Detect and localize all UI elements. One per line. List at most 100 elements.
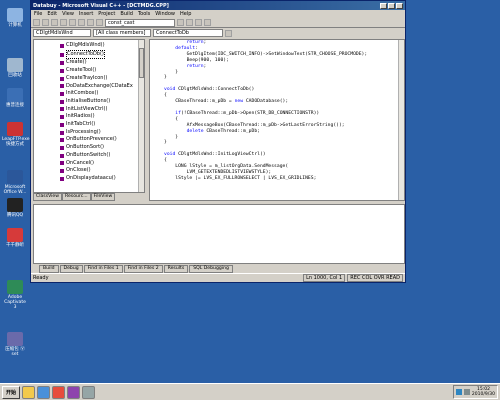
desktop-icon[interactable]: 惠普连接 bbox=[2, 88, 28, 108]
find-icon[interactable] bbox=[177, 19, 184, 26]
desktop-app-icon bbox=[7, 122, 23, 136]
class-tree-item[interactable]: OnClose() bbox=[60, 167, 133, 175]
menu-item-project[interactable]: Project bbox=[98, 11, 115, 17]
class-tree-item[interactable]: OnButtonPrevence() bbox=[60, 136, 133, 144]
undo-icon[interactable] bbox=[87, 19, 94, 26]
code-editor[interactable]: return; default: GetDlgItem(IDC_SWITCH_I… bbox=[149, 39, 405, 201]
desktop-icon[interactable]: 压缩包 Ⓥ set bbox=[2, 332, 28, 357]
output-tabs: Build Debug Find in Files 1 Find in Files 2… bbox=[33, 265, 405, 273]
class-tree-item[interactable]: ConnectToDb() bbox=[60, 49, 133, 60]
window-title: Databuy - Microsoft Visual C++ - [DCTMDG… bbox=[33, 2, 169, 9]
class-tree-item[interactable]: InitialiseButtons() bbox=[60, 98, 133, 106]
build-icon[interactable] bbox=[195, 19, 202, 26]
save-icon[interactable] bbox=[51, 19, 58, 26]
method-icon bbox=[60, 99, 64, 104]
menu-item-help[interactable]: Help bbox=[180, 11, 191, 17]
tab-classview[interactable]: ClassView bbox=[33, 193, 62, 201]
class-tree-item[interactable]: OnButtonSort() bbox=[60, 144, 133, 152]
desktop-icon[interactable]: 千千静听 bbox=[2, 228, 28, 248]
class-tree-item[interactable]: CreateTrayIcon() bbox=[60, 75, 133, 83]
folder-icon[interactable] bbox=[22, 385, 36, 399]
class-tree-label: InitCombox() bbox=[66, 90, 99, 97]
class-tree-scrollbar[interactable] bbox=[138, 40, 144, 192]
status-indicators: REC COL OVR READ bbox=[347, 274, 403, 282]
browser-icon[interactable] bbox=[37, 385, 51, 399]
code-line: lStyle |= LVS_EX_FULLROWSELECT | LVS_EX_… bbox=[164, 175, 317, 181]
class-tree-item[interactable]: IsProcessing() bbox=[60, 129, 133, 137]
run-icon[interactable] bbox=[204, 19, 211, 26]
class-tree-item[interactable]: OnButtonSwitch() bbox=[60, 152, 133, 160]
class-combo[interactable]: CDlgtMdlsWnd bbox=[33, 29, 91, 37]
class-tree-item[interactable]: OnCancel() bbox=[60, 160, 133, 168]
output-tab[interactable]: Find in Files 2 bbox=[123, 265, 163, 273]
method-icon bbox=[60, 122, 64, 127]
menu-item-insert[interactable]: Insert bbox=[79, 11, 93, 17]
menu-bar: File Edit View Insert Project Build Tools Windo… bbox=[31, 10, 405, 18]
menu-item-view[interactable]: View bbox=[62, 11, 74, 17]
output-tab[interactable]: Results bbox=[163, 265, 189, 273]
class-tree-item[interactable]: CreateTool() bbox=[60, 67, 133, 75]
function-combo[interactable]: ConnectToDb bbox=[153, 29, 223, 37]
open-icon[interactable] bbox=[42, 19, 49, 26]
network-icon[interactable] bbox=[455, 389, 462, 395]
class-tree-item[interactable]: Create() bbox=[60, 59, 133, 67]
desktop-icon[interactable]: 计算机 bbox=[2, 8, 28, 28]
output-tab[interactable]: SQL Debugging bbox=[189, 265, 233, 273]
output-tab[interactable]: Debug bbox=[59, 265, 83, 273]
redo-icon[interactable] bbox=[96, 19, 103, 26]
output-pane[interactable] bbox=[33, 204, 405, 264]
close-button[interactable] bbox=[396, 2, 403, 9]
class-tree-item[interactable]: OnDisplaydataacu() bbox=[60, 175, 133, 183]
class-tree-label: InitTabCtrl() bbox=[66, 121, 96, 128]
title-bar[interactable]: Databuy - Microsoft Visual C++ - [DCTMDG… bbox=[31, 1, 405, 10]
chrome-icon[interactable] bbox=[52, 385, 66, 399]
class-tree-item[interactable]: DoDataExchange(CDataEx bbox=[60, 83, 133, 91]
window-taskbar-icon[interactable] bbox=[82, 385, 96, 399]
members-combo[interactable]: [All class members] bbox=[93, 29, 151, 37]
tab-resourc[interactable]: Resourc... bbox=[62, 193, 91, 201]
menu-item-edit[interactable]: Edit bbox=[47, 11, 57, 17]
class-tree-label: OnClose() bbox=[66, 167, 91, 174]
desktop-icon[interactable]: LeapFTP.exe 快捷方式 bbox=[2, 122, 30, 147]
paste-icon[interactable] bbox=[78, 19, 85, 26]
menu-item-build[interactable]: Build bbox=[120, 11, 133, 17]
volume-icon[interactable] bbox=[463, 389, 470, 395]
class-tree-label: Create() bbox=[66, 59, 87, 66]
desktop-icon[interactable]: Microsoft Office W... bbox=[2, 170, 28, 195]
class-tree-item[interactable]: InitRadios() bbox=[60, 113, 133, 121]
class-tree-item[interactable]: InitTabCtrl() bbox=[60, 121, 133, 129]
tab-fileview[interactable]: FileView bbox=[90, 193, 116, 201]
start-label: 开始 bbox=[6, 389, 17, 396]
cut-icon[interactable] bbox=[60, 19, 67, 26]
method-icon bbox=[60, 153, 64, 158]
maximize-button[interactable] bbox=[388, 2, 395, 9]
editor-scrollbar[interactable] bbox=[398, 40, 404, 200]
menu-item-window[interactable]: Window bbox=[155, 11, 175, 17]
desktop-icon[interactable]: Adobe Captivate 3 bbox=[2, 280, 28, 310]
desktop-icon-label: 腾讯QQ bbox=[6, 213, 24, 218]
compile-icon[interactable] bbox=[186, 19, 193, 26]
visual-cpp-taskbar-icon[interactable] bbox=[67, 385, 81, 399]
output-tab[interactable]: Build bbox=[39, 265, 59, 273]
class-tree-item[interactable]: CDlgMdlsWnd() bbox=[60, 42, 133, 50]
desktop-icon[interactable]: 腾讯QQ bbox=[2, 198, 28, 218]
method-icon bbox=[60, 138, 64, 143]
wizard-action-icon[interactable] bbox=[225, 29, 232, 37]
new-file-icon[interactable] bbox=[33, 19, 40, 26]
desktop-app-icon bbox=[7, 8, 23, 22]
copy-icon[interactable] bbox=[69, 19, 76, 26]
menu-item-file[interactable]: File bbox=[34, 11, 42, 17]
class-tree-label: DoDataExchange(CDataEx bbox=[66, 82, 133, 89]
find-combo[interactable]: const_cast bbox=[105, 18, 175, 27]
desktop-icon[interactable]: 回收站 bbox=[2, 58, 28, 78]
minimize-button[interactable] bbox=[380, 2, 387, 9]
class-tree-item[interactable]: InitCombox() bbox=[60, 90, 133, 98]
start-button[interactable]: 开始 bbox=[2, 385, 21, 399]
class-tree-label: CDlgMdlsWnd() bbox=[66, 42, 105, 48]
clock[interactable]: 15:02 2010/9/30 bbox=[472, 387, 495, 397]
output-tab[interactable]: Find in Files 1 bbox=[83, 265, 123, 273]
menu-item-tools[interactable]: Tools bbox=[138, 11, 150, 17]
class-tree-item[interactable]: InitListViewCtrl() bbox=[60, 106, 133, 114]
status-text: Ready bbox=[33, 275, 49, 281]
method-icon bbox=[60, 76, 64, 81]
